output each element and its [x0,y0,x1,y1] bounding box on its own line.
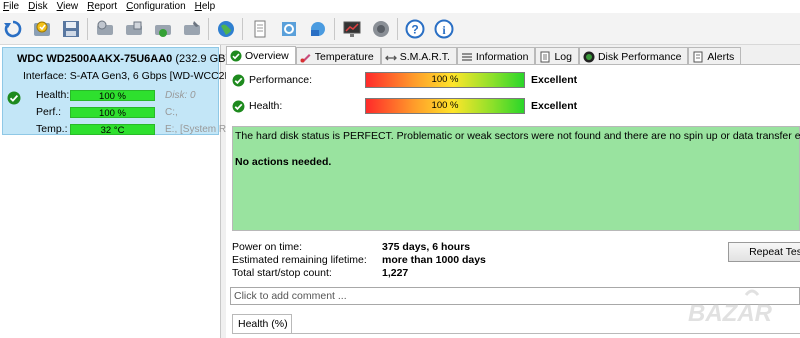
health-rating: Excellent [531,100,578,112]
disk-list-panel: WDC WD2500AAKX-75U6AA0 (232.9 GB) Interf… [0,45,231,338]
speaker-icon[interactable] [370,18,392,40]
tab-disk-performance[interactable]: Disk Performance [578,47,689,65]
disk-stat-temp: Temp.: 32 °C E:, [System R [36,123,227,136]
disk-interface: Interface: S-ATA Gen3, 6 Gbps [WD-WCC2F [23,70,231,82]
performance-value: 100 % [431,74,459,85]
info-row-lifetime: Estimated remaining lifetime: more than … [232,254,486,266]
menu-configuration[interactable]: Configuration [123,1,192,13]
status-text: The hard disk status is PERFECT. Problem… [235,130,800,142]
info-icon[interactable]: i [433,18,455,40]
monitor-chart-icon[interactable] [341,18,363,40]
check-icon [232,100,245,112]
stat-label: Perf.: [36,106,62,118]
tab-temperature[interactable]: Temperature [295,47,381,65]
disk-item-selected[interactable]: WDC WD2500AAKX-75U6AA0 (232.9 GB) Interf… [2,47,231,136]
watermark-logo: BAZAR [688,289,773,327]
alerts-icon [693,51,703,62]
info-key: Total start/stop count: [232,267,332,279]
health-row: Health: 100 % Excellent [232,98,577,114]
repeat-test-button[interactable]: Repeat Test [728,242,800,262]
disk-settings-icon[interactable] [94,18,116,40]
menu-bar: File Disk View Report Configuration Help [0,0,800,13]
tab-label: Alerts [707,50,735,63]
action-text: No actions needed. [235,156,332,168]
smart-icon [384,55,397,60]
tab-overview[interactable]: Overview [226,46,296,65]
check-icon [232,74,245,86]
disk-stat-health: Health: 100 % Disk: 0 [36,89,196,102]
tab-label: Disk Performance [597,50,682,63]
tab-information[interactable]: Information [456,47,536,65]
toolbar-separator [397,17,398,40]
stat-partition: E:, [System R [165,123,227,135]
toolbar: ? i [0,13,800,45]
toolbar-separator [334,17,335,40]
health-bar: 100 % [365,98,525,114]
tab-smart[interactable]: S.M.A.R.T. [380,47,457,65]
svg-text:BAZAR: BAZAR [688,300,773,327]
info-value: more than 1000 days [382,254,486,266]
disk-lock-icon[interactable] [123,18,145,40]
tab-health-percent[interactable]: Health (%) [232,314,292,334]
toolbar-separator [208,17,209,40]
performance-bar: 100 % [365,72,525,88]
tab-label: S.M.A.R.T. [399,50,450,63]
health-value: 100 % [431,100,459,111]
tab-log[interactable]: Log [535,47,579,65]
menu-report[interactable]: Report [84,1,123,13]
disk-title: WDC WD2500AAKX-75U6AA0 (232.9 GB) [17,53,229,65]
info-key: Estimated remaining lifetime: [232,254,367,266]
save-disk-icon[interactable] [60,18,82,40]
document-icon[interactable] [249,18,271,40]
warning-badge-icon[interactable] [31,18,53,40]
ok-check-icon [7,91,21,105]
tab-strip: Overview Temperature S.M.A.R.T. Informat… [226,46,742,65]
toolbar-separator [242,17,243,40]
toolbar-separator [87,17,88,40]
subtab-divider [232,333,800,334]
stat-value: 100 % [70,89,155,102]
tab-alerts[interactable]: Alerts [688,47,742,65]
disk-stat-perf: Perf.: 100 % C:, [36,106,178,119]
info-value: 375 days, 6 hours [382,241,471,253]
stat-value: 100 % [70,106,155,119]
thermometer-icon [300,53,311,62]
stat-label: Temp.: [36,123,68,135]
gauge-icon [583,51,595,62]
info-list-icon [461,52,472,61]
tab-label: Log [554,50,572,63]
info-value: 1,227 [382,267,409,279]
tab-label: Temperature [314,50,374,63]
help-icon[interactable]: ? [404,18,426,40]
health-label: Health: [249,100,283,112]
log-icon [540,51,550,62]
globe-icon[interactable] [215,18,237,40]
performance-label: Performance: [249,74,313,86]
info-row-power-on: Power on time: 375 days, 6 hours [232,241,470,253]
disk-size: (232.9 GB) [175,53,230,65]
disk-tool-icon[interactable] [181,18,203,40]
disk-check-icon[interactable] [152,18,174,40]
recycle-icon[interactable] [278,18,300,40]
menu-disk[interactable]: Disk [25,1,53,13]
stat-value: 32 °C [70,123,155,136]
menu-help[interactable]: Help [192,1,222,13]
tab-label: Information [475,50,529,63]
menu-file[interactable]: File [0,1,25,13]
tab-label: Overview [245,50,289,62]
info-key: Power on time: [232,241,303,253]
svg-text:?: ? [411,22,418,36]
info-row-start-stop: Total start/stop count: 1,227 [232,267,408,279]
performance-row: Performance: 100 % Excellent [232,72,577,88]
stat-partition: C:, [165,106,178,118]
status-message-box: The hard disk status is PERFECT. Problem… [232,126,800,231]
stat-partition: Disk: 0 [165,89,196,101]
network-icon[interactable] [307,18,329,40]
refresh-icon[interactable] [2,18,24,40]
performance-rating: Excellent [531,74,578,86]
disk-name: WDC WD2500AAKX-75U6AA0 [17,53,173,65]
menu-view[interactable]: View [54,1,85,13]
stat-label: Health: [36,89,70,101]
check-icon [230,50,242,62]
